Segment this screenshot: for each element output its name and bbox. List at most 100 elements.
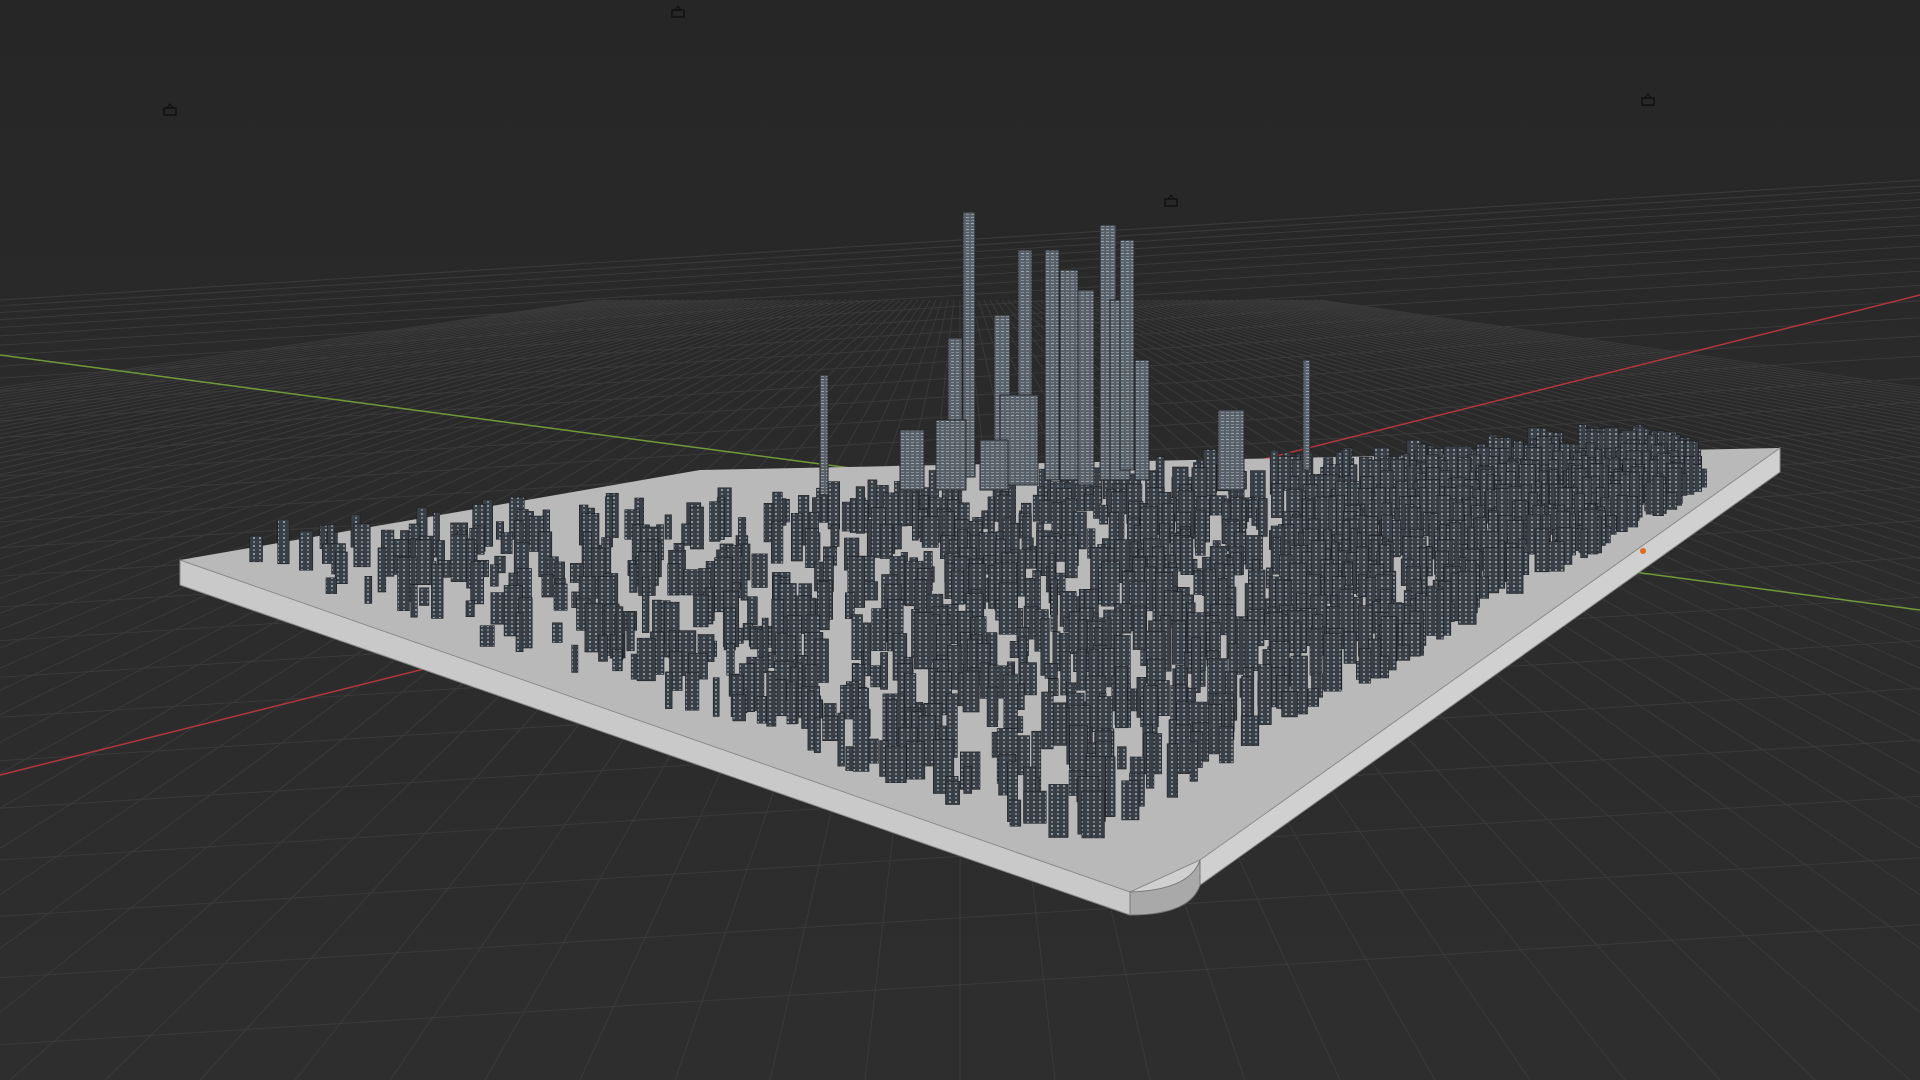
camera-icon[interactable]	[163, 103, 177, 116]
building-block	[641, 576, 650, 633]
3d-viewport[interactable]	[0, 0, 1920, 1080]
building-block	[864, 581, 878, 601]
building-block	[1616, 494, 1628, 532]
building-block	[1121, 780, 1140, 821]
building-block	[1626, 496, 1639, 528]
building-block	[1009, 799, 1022, 827]
skyscraper	[1302, 359, 1311, 471]
building-block	[1293, 621, 1302, 660]
building-block	[665, 671, 673, 709]
building-block	[1101, 560, 1120, 607]
building-block	[1175, 724, 1191, 775]
building-block	[1580, 528, 1588, 558]
scene-canvas[interactable]	[0, 0, 1920, 1080]
building-block	[726, 642, 735, 676]
building-block	[1172, 620, 1187, 665]
building-block	[1099, 504, 1108, 525]
building-block	[377, 547, 387, 593]
building-block	[1044, 662, 1058, 679]
building-block	[911, 491, 919, 541]
building-block	[913, 612, 933, 670]
building-block	[410, 584, 418, 618]
building-block	[364, 575, 373, 604]
building-block	[500, 532, 513, 554]
building-block	[1693, 464, 1702, 492]
building-block	[353, 523, 371, 568]
building-block	[690, 506, 704, 550]
building-block	[598, 634, 608, 662]
building-block	[626, 611, 635, 652]
skyscraper	[979, 439, 1009, 491]
building-block	[1076, 649, 1087, 691]
building-block	[629, 563, 638, 593]
building-block	[807, 690, 815, 751]
skyscraper	[1044, 249, 1060, 481]
building-block	[945, 780, 960, 805]
building-block	[1258, 498, 1268, 537]
building-block	[770, 520, 784, 564]
building-block	[786, 681, 797, 725]
building-block	[681, 523, 692, 546]
building-block	[871, 608, 887, 651]
building-block	[986, 686, 998, 727]
building-block	[1069, 725, 1088, 777]
camera-icon[interactable]	[1164, 194, 1178, 207]
building-block	[732, 694, 746, 722]
building-block	[470, 561, 485, 605]
building-block	[664, 514, 672, 540]
building-block	[1023, 790, 1047, 824]
building-block	[1146, 732, 1155, 789]
building-block	[1050, 578, 1058, 632]
building-block	[712, 677, 720, 717]
building-block	[1075, 484, 1086, 511]
building-block	[1652, 475, 1664, 517]
building-block	[880, 652, 888, 690]
building-block	[479, 625, 495, 647]
building-block	[277, 518, 290, 565]
building-block	[299, 530, 314, 571]
skyscraper	[935, 419, 967, 491]
building-block	[490, 564, 499, 587]
building-block	[750, 628, 759, 650]
building-block	[431, 563, 444, 619]
building-block	[1081, 790, 1105, 839]
building-block	[852, 707, 870, 772]
building-block	[851, 614, 863, 660]
building-block	[419, 587, 430, 606]
building-block	[1041, 691, 1054, 750]
building-block	[450, 533, 469, 582]
building-block	[813, 717, 821, 753]
skyscraper	[819, 374, 829, 496]
building-block	[612, 649, 623, 672]
building-block	[1219, 726, 1234, 764]
building-block	[766, 671, 777, 727]
building-block	[837, 712, 845, 767]
building-block	[1051, 702, 1068, 746]
skyscraper	[899, 429, 925, 491]
building-block	[921, 516, 939, 548]
building-block	[1039, 499, 1053, 524]
building-block	[1309, 628, 1323, 676]
building-block	[709, 501, 721, 542]
building-block	[963, 765, 972, 794]
building-block	[885, 745, 907, 783]
building-block	[740, 562, 748, 601]
building-block	[1323, 633, 1342, 692]
building-block	[830, 524, 840, 547]
building-block	[1257, 664, 1272, 725]
building-block	[1117, 746, 1127, 770]
building-block	[1458, 570, 1477, 625]
building-block	[1546, 541, 1565, 572]
building-block	[1436, 589, 1444, 640]
object-origin-marker[interactable]	[1640, 548, 1646, 554]
building-block	[1534, 528, 1550, 573]
building-block	[1506, 546, 1524, 594]
camera-icon[interactable]	[1641, 93, 1655, 106]
building-block	[1237, 617, 1245, 675]
skyscraper-cluster[interactable]	[819, 211, 1311, 496]
building-block	[571, 644, 579, 673]
camera-icon[interactable]	[671, 5, 685, 18]
building-block	[397, 556, 410, 612]
building-block	[1003, 673, 1018, 734]
building-block	[693, 594, 709, 628]
